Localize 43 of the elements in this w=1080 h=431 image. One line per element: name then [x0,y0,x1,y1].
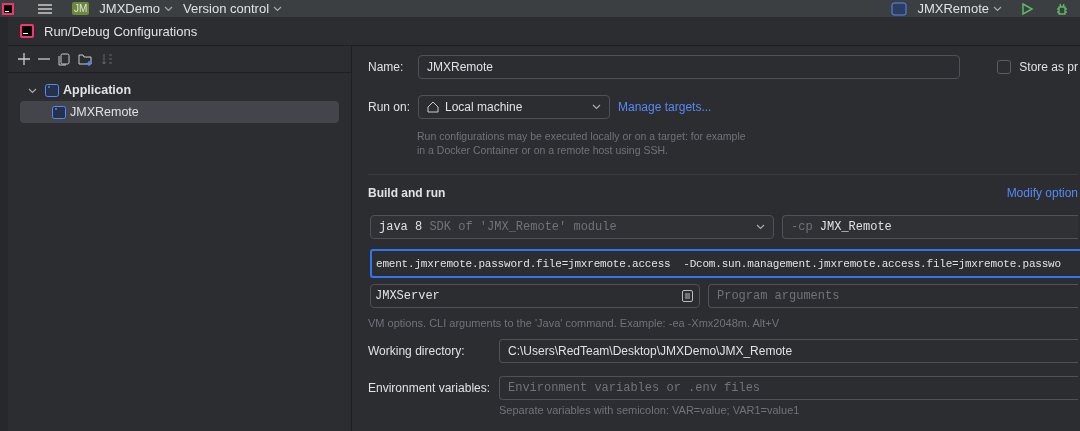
app-logo-icon [20,24,34,38]
chevron-down-icon [592,104,601,110]
run-config-dropdown[interactable]: JMXRemote [917,1,1002,16]
environment-variables-label: Environment variables: [368,380,492,395]
home-icon [427,101,439,113]
name-field[interactable]: JMXRemote [418,55,960,79]
dialog-title: Run/Debug Configurations [44,23,198,39]
run-icon[interactable] [1020,1,1034,16]
manage-targets-link[interactable]: Manage targets... [618,100,712,114]
run-on-dropdown[interactable]: Local machine [418,95,610,119]
copy-icon[interactable] [58,52,70,66]
chevron-down-icon [273,5,283,12]
vm-options-hint: VM options. CLI arguments to the 'Java' command. Example: -ea -Xmx2048m. Alt+V [368,316,781,330]
application-icon [52,105,66,119]
vcs-dropdown[interactable]: Version control [183,1,283,16]
debug-icon[interactable] [1054,1,1070,16]
window-icon [891,1,908,16]
working-directory-label: Working directory: [368,344,466,358]
run-on-label: Run on: [368,100,410,114]
store-checkbox[interactable] [997,60,1012,74]
jdk-dropdown[interactable]: java 8 SDK of 'JMX_Remote' module [370,215,774,239]
browse-icon[interactable] [682,289,693,302]
name-label: Name: [368,60,405,74]
environment-variables-hint: Separate variables with semicolon: VAR=value; VAR1=value1 [499,403,801,417]
add-icon[interactable] [18,53,30,65]
chevron-down-icon [756,224,765,230]
store-label: Store as pr [1019,60,1078,74]
tree-item[interactable]: JMXRemote [20,101,339,123]
application-icon [45,83,59,97]
project-dropdown[interactable]: JMXDemo [99,1,174,16]
app-logo-icon [2,2,14,15]
main-class-field[interactable]: JMXServer [370,283,700,308]
menu-icon[interactable] [38,3,52,14]
modify-options-link[interactable]: Modify option [1006,186,1078,200]
section-title: Build and run [368,186,446,200]
classpath-field[interactable]: -cp JMX_Remote [782,215,1078,239]
run-on-hint: Run configurations may be executed locally or on a target: for example in a Docker Container or on a remote host using SSH. [417,129,747,157]
chevron-down-icon [993,5,1002,12]
working-directory-field[interactable]: C:\Users\RedTeam\Desktop\JMXDemo\JMX_Remote [499,339,1078,363]
tree-item[interactable]: Application [20,79,339,101]
new-folder-icon[interactable] [78,52,93,66]
vm-options-field[interactable]: ement.jmxremote.password.file=jmxremote.access -Dcom.sun.management.jmxremote.access.file=jmxremote.passwo [370,249,1080,278]
chevron-down-icon [164,5,174,12]
